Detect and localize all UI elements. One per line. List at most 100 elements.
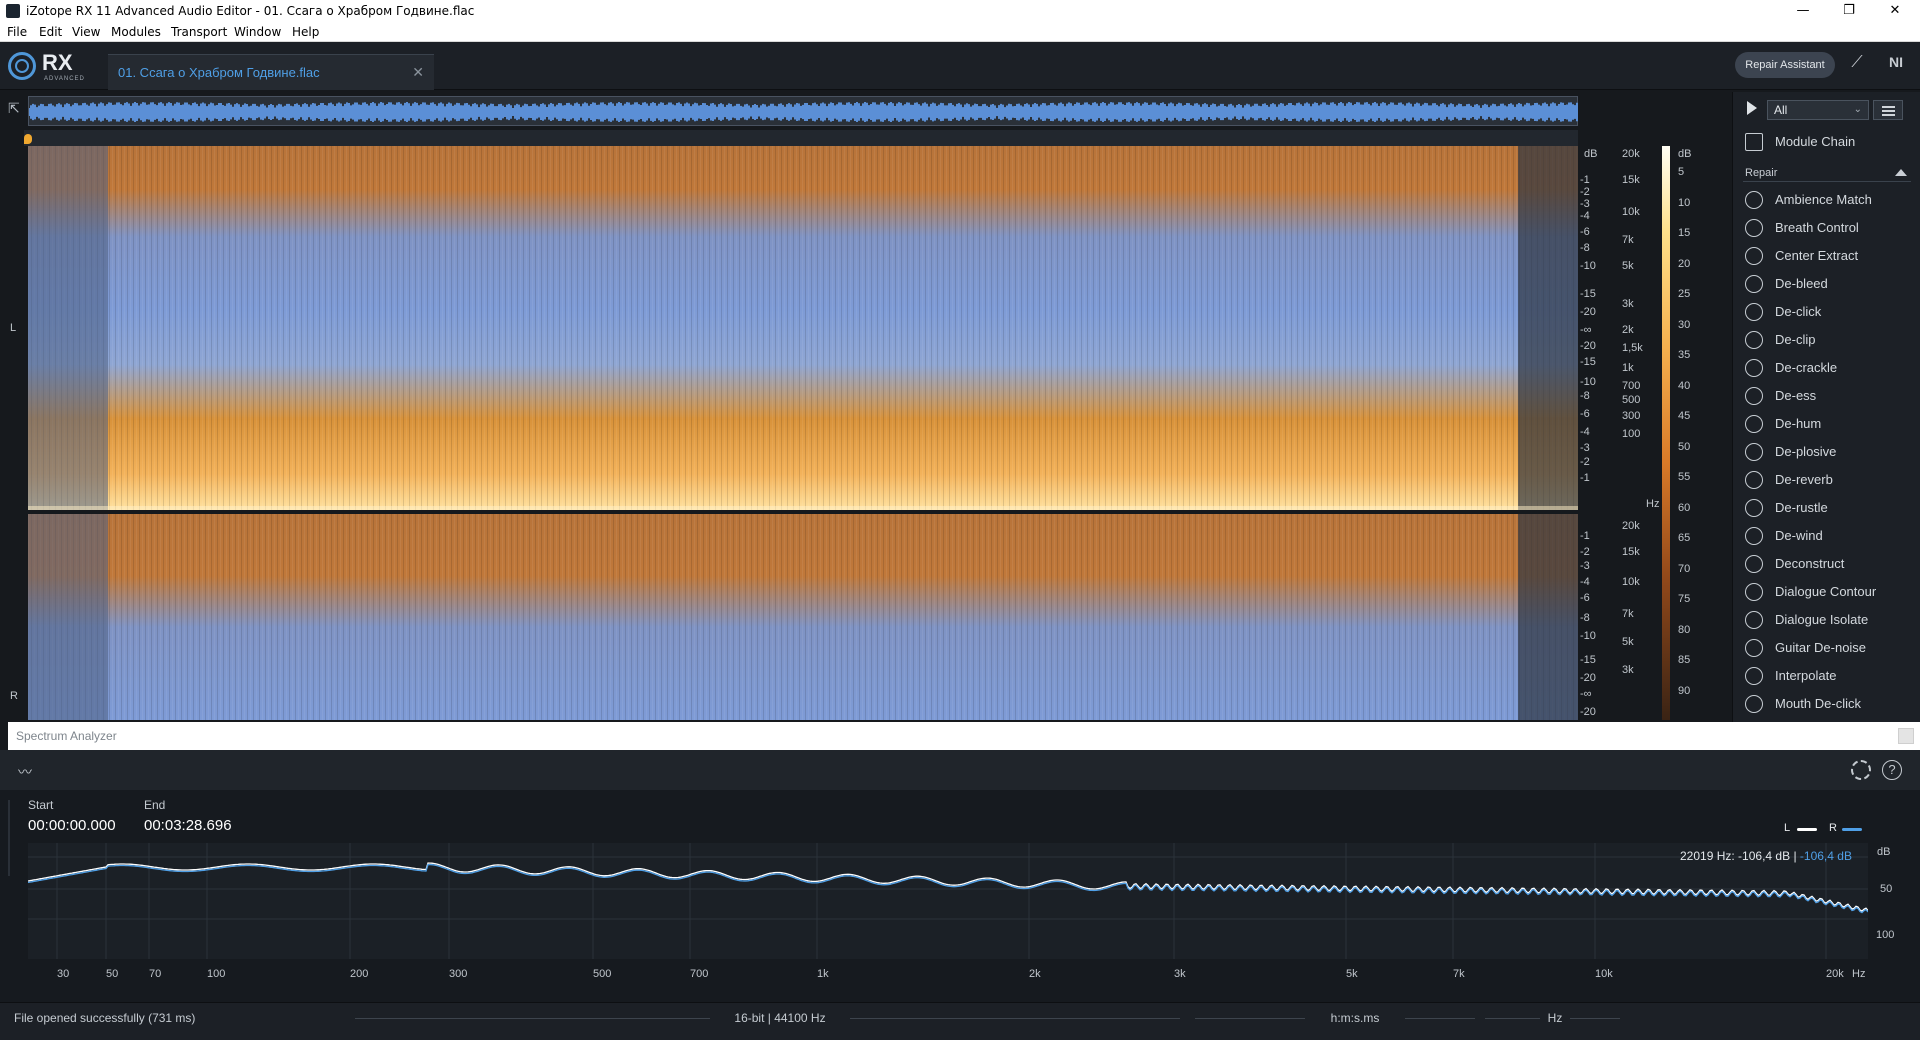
db-tick-label: -1 (1580, 472, 1590, 484)
spectrum-curve-left (28, 862, 1868, 912)
colorbar-tick-label: 90 (1678, 684, 1691, 697)
db-tick-label: -20 (1580, 672, 1596, 684)
module-deconstruct[interactable]: Deconstruct (1743, 552, 1911, 576)
module-de-click[interactable]: De-click (1743, 300, 1911, 324)
status-time-format[interactable]: h:m:s.ms (1305, 1011, 1405, 1025)
sa-x-unit: Hz (1852, 968, 1866, 980)
sa-x-tick: 30 (57, 968, 70, 980)
connect-icon[interactable]: ⟋ (1845, 54, 1869, 76)
menu-window[interactable]: Window (234, 25, 281, 39)
module-de-reverb[interactable]: De-reverb (1743, 468, 1911, 492)
module-de-clip[interactable]: De-clip (1743, 328, 1911, 352)
colorbar-tick-label: 55 (1678, 471, 1691, 483)
undock-icon[interactable] (1898, 728, 1914, 744)
sa-x-tick: 10k (1595, 968, 1613, 980)
repair-assistant-button[interactable]: Repair Assistant (1735, 52, 1835, 78)
repair-section-header[interactable]: Repair (1743, 164, 1911, 182)
menu-file[interactable]: File (7, 25, 27, 39)
gear-icon[interactable] (1851, 760, 1871, 780)
colorbar-tick-label: 50 (1678, 440, 1691, 453)
play-icon[interactable] (1747, 101, 1757, 115)
de-crackle-icon (1745, 359, 1763, 377)
hz-tick-label: 5k (1622, 636, 1634, 648)
module-interpolate[interactable]: Interpolate (1743, 664, 1911, 688)
sa-x-tick: 50 (106, 968, 119, 980)
db-tick-label: -10 (1580, 376, 1596, 388)
hz-tick-label: 10k (1622, 576, 1640, 588)
collapse-icon[interactable]: ⇱ (8, 100, 26, 122)
module-filter-select[interactable]: All ⌄ (1767, 100, 1869, 120)
db-tick-label: -1 (1580, 174, 1590, 186)
module-de-plosive[interactable]: De-plosive (1743, 440, 1911, 464)
module-dialogue-isolate[interactable]: Dialogue Isolate (1743, 608, 1911, 632)
close-button[interactable]: ✕ (1872, 0, 1918, 22)
colorbar-tick-label: 35 (1678, 349, 1691, 361)
hz-tick-label: 20k (1622, 520, 1640, 532)
de-wind-icon (1745, 527, 1763, 545)
end-time: 00:03:28.696 (144, 817, 232, 834)
ni-logo[interactable]: NI (1884, 54, 1908, 76)
module-breath-control[interactable]: Breath Control (1743, 216, 1911, 240)
db-tick-label: -15 (1580, 356, 1596, 368)
time-ruler[interactable] (24, 130, 1578, 146)
collapse-arrow-icon (1895, 169, 1907, 176)
db-tick-label: -3 (1580, 560, 1590, 572)
minimize-button[interactable]: — (1780, 0, 1826, 22)
app-header: RX ADVANCED 01. Ссага о Храбром Годвине.… (0, 42, 1920, 90)
sa-x-tick: 5k (1346, 968, 1358, 980)
sa-x-tick: 500 (593, 968, 612, 980)
hz-tick-label: 15k (1622, 174, 1640, 186)
module-center-extract[interactable]: Center Extract (1743, 244, 1911, 268)
sa-x-tick: 70 (149, 968, 162, 980)
spectrum-analyzer-toolbar: 〰 ? (0, 750, 1920, 790)
file-tab-name[interactable]: 01. Ссага о Храбром Годвине.flac (118, 65, 320, 80)
module-de-rustle[interactable]: De-rustle (1743, 496, 1911, 520)
menu-edit[interactable]: Edit (39, 25, 62, 39)
module-de-hum[interactable]: De-hum (1743, 412, 1911, 436)
db-tick-label: -∞ (1580, 324, 1592, 336)
status-format[interactable]: 16-bit | 44100 Hz (710, 1011, 850, 1025)
file-tab[interactable]: 01. Ссага о Храбром Годвине.flac ✕ (108, 54, 434, 90)
colorbar-tick-label: 10 (1678, 196, 1691, 209)
hamburger-menu-icon[interactable] (1873, 100, 1903, 120)
overview-waveform-path (29, 102, 1578, 122)
help-icon[interactable]: ? (1882, 760, 1902, 780)
status-freq-unit[interactable]: Hz (1540, 1011, 1570, 1025)
menu-view[interactable]: View (72, 25, 100, 39)
spectrum-graph[interactable] (28, 843, 1868, 959)
waveform-icon[interactable]: 〰 (18, 762, 32, 782)
hz-tick-label: 20k (1622, 148, 1640, 160)
db-tick-label: -2 (1580, 546, 1590, 558)
module-de-bleed[interactable]: De-bleed (1743, 272, 1911, 296)
de-plosive-icon (1745, 443, 1763, 461)
spectrogram-view[interactable] (28, 146, 1578, 720)
module-dialogue-contour[interactable]: Dialogue Contour (1743, 580, 1911, 604)
module-de-ess[interactable]: De-ess (1743, 384, 1911, 408)
interpolate-icon (1745, 667, 1763, 685)
menu-help[interactable]: Help (292, 25, 319, 39)
module-guitar-de-noise[interactable]: Guitar De-noise (1743, 636, 1911, 660)
spectrogram-scale[interactable]: dB Hz -1 -2 -3 -4 -6 -8 -10 -15 -20 -∞ -20 -15 -10 -8… (1578, 146, 1659, 720)
overview-waveform[interactable] (28, 96, 1578, 126)
center-extract-icon (1745, 247, 1763, 265)
maximize-button[interactable]: ❐ (1826, 0, 1872, 22)
hz-tick-label: 7k (1622, 234, 1634, 246)
rx-logo: RX ADVANCED (8, 50, 84, 84)
file-tab-close-icon[interactable]: ✕ (412, 64, 424, 81)
menu-transport[interactable]: Transport (171, 25, 227, 39)
module-de-crackle[interactable]: De-crackle (1743, 356, 1911, 380)
overview-waveform-graphic (29, 102, 1578, 122)
db-tick-label: -6 (1580, 226, 1590, 238)
playhead-marker[interactable] (24, 134, 32, 144)
db-tick-label: -4 (1580, 426, 1590, 438)
module-mouth-de-click[interactable]: Mouth De-click (1743, 692, 1911, 716)
menu-modules[interactable]: Modules (111, 25, 161, 39)
module-chain-button[interactable]: Module Chain (1743, 130, 1911, 154)
db-tick-label: -3 (1580, 442, 1590, 454)
module-ambience-match[interactable]: Ambience Match (1743, 188, 1911, 212)
hz-tick-label: 500 (1622, 394, 1641, 406)
sa-x-tick: 200 (350, 968, 369, 980)
module-de-wind[interactable]: De-wind (1743, 524, 1911, 548)
colorbar-tick-label: 65 (1678, 532, 1691, 544)
mouth-de-click-icon (1745, 695, 1763, 713)
